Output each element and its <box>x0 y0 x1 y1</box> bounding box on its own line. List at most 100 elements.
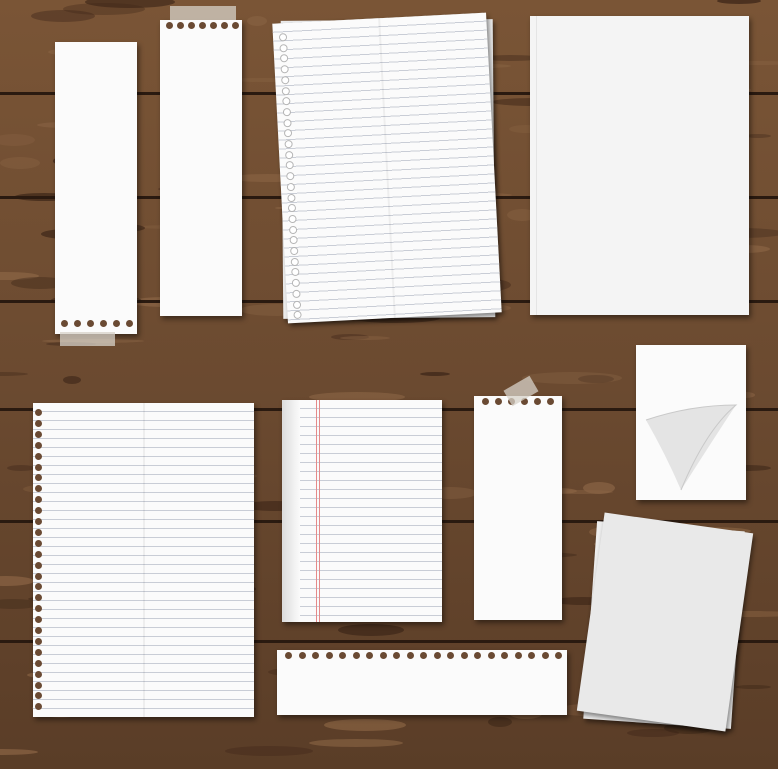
spiral-ring <box>293 310 302 320</box>
punch-hole <box>547 398 554 405</box>
curled-corner-note <box>636 345 746 500</box>
ruled-notebook-with-margin <box>282 400 442 622</box>
spiral-ring <box>292 289 301 298</box>
spiral-ring <box>286 182 296 192</box>
blank-sheet <box>530 16 749 315</box>
punch-hole <box>393 652 400 659</box>
punch-hole <box>35 496 42 504</box>
wood-grain-mark <box>0 157 40 169</box>
punch-hole <box>87 320 94 327</box>
curl-corner <box>645 404 738 491</box>
punch-hole <box>126 320 133 327</box>
fold-line <box>378 18 396 318</box>
spiral-ring <box>286 171 295 181</box>
punch-hole <box>199 22 206 29</box>
punch-hole <box>312 652 319 659</box>
spiral-ring <box>289 236 298 245</box>
strip-holes <box>59 320 135 330</box>
spiral-ring <box>288 225 298 234</box>
punch-hole <box>210 22 217 29</box>
punch-hole <box>35 561 42 569</box>
punch-hole <box>35 419 42 427</box>
wood-grain-mark <box>522 372 622 384</box>
strip-holes <box>164 22 240 32</box>
punch-hole <box>35 485 42 493</box>
spiral-holes <box>35 409 45 715</box>
spiral-ring <box>291 278 301 288</box>
punch-hole <box>35 648 42 656</box>
spiral-ring <box>290 246 299 256</box>
punch-hole <box>166 22 173 29</box>
spiral-ring <box>292 300 302 309</box>
punch-hole <box>35 452 42 460</box>
punch-hole <box>534 398 541 405</box>
punch-hole <box>35 659 42 667</box>
punch-hole <box>177 22 184 29</box>
torn-strip-bottom-holes <box>55 42 137 334</box>
punch-hole <box>285 652 292 659</box>
sheet-edge <box>536 16 537 315</box>
punch-hole <box>366 652 373 659</box>
punch-hole <box>555 652 562 659</box>
wood-grain-mark <box>63 3 145 15</box>
wood-grain-mark <box>340 336 390 340</box>
spiral-ring <box>281 86 291 95</box>
torn-strip-top-holes <box>160 20 242 316</box>
tape <box>60 332 115 346</box>
spiral-ring <box>278 33 288 42</box>
punch-hole <box>35 605 42 613</box>
punch-hole <box>188 22 195 29</box>
paper-collection-scene <box>0 0 778 769</box>
page-curl-edge <box>282 400 300 622</box>
spiral-ring <box>279 43 288 53</box>
punch-hole <box>528 652 535 659</box>
punch-hole <box>35 627 42 634</box>
punch-hole <box>35 409 42 416</box>
wood-grain-mark <box>583 482 615 494</box>
punch-hole <box>35 441 42 449</box>
punch-hole <box>474 652 481 659</box>
spiral-ring <box>282 107 292 117</box>
punch-hole <box>35 572 42 580</box>
tape <box>170 6 236 20</box>
wood-grain-mark <box>488 717 512 727</box>
spiral-ring <box>283 129 293 138</box>
punch-hole <box>379 652 387 659</box>
margin-line <box>319 400 320 622</box>
punch-hole <box>433 652 441 659</box>
punch-hole <box>406 652 414 659</box>
spiral-ring <box>284 150 294 159</box>
punch-hole <box>420 652 427 659</box>
spiral-ring <box>282 97 291 106</box>
punch-hole <box>35 518 42 525</box>
spiral-ring <box>287 193 296 202</box>
spiral-ring <box>280 65 289 74</box>
taped-note-top-holes <box>474 396 562 620</box>
wood-grain-mark <box>63 376 81 384</box>
spiral-ring <box>290 257 299 266</box>
punch-hole <box>339 652 346 659</box>
margin-line <box>316 400 317 622</box>
spiral-ring <box>288 214 297 224</box>
ruled-spiral-sheet <box>272 12 502 324</box>
punch-hole <box>100 320 107 327</box>
ruled-spiral-notebook-page <box>33 403 254 717</box>
wood-grain-mark <box>420 372 450 376</box>
spiral-ring <box>285 161 294 170</box>
punch-hole <box>35 692 42 700</box>
punch-hole <box>35 550 42 558</box>
punch-hole <box>447 652 454 659</box>
wood-grain-mark <box>735 685 771 689</box>
punch-hole <box>35 507 42 515</box>
wood-grain-mark <box>247 16 267 26</box>
punch-hole <box>35 681 42 689</box>
spiral-ring <box>284 139 293 149</box>
punch-hole <box>35 539 42 547</box>
punch-hole <box>35 430 42 438</box>
punch-hole <box>541 652 549 659</box>
wood-grain-mark <box>338 624 404 636</box>
fold-line <box>143 403 145 717</box>
punch-hole <box>495 398 502 405</box>
punch-hole <box>35 703 42 711</box>
wood-grain-mark <box>324 719 406 731</box>
